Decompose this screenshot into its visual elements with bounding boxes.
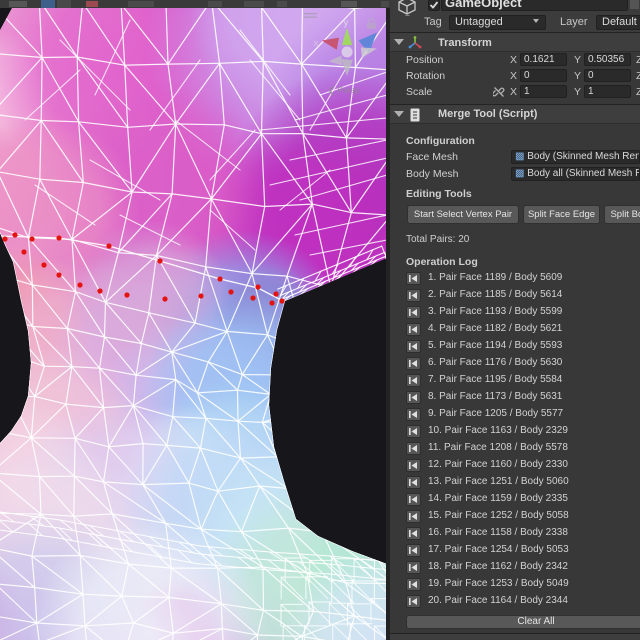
svg-text:x: x [314,38,319,48]
svg-text:y: y [344,18,349,28]
svg-text:❮ Persp: ❮ Persp [328,85,360,96]
